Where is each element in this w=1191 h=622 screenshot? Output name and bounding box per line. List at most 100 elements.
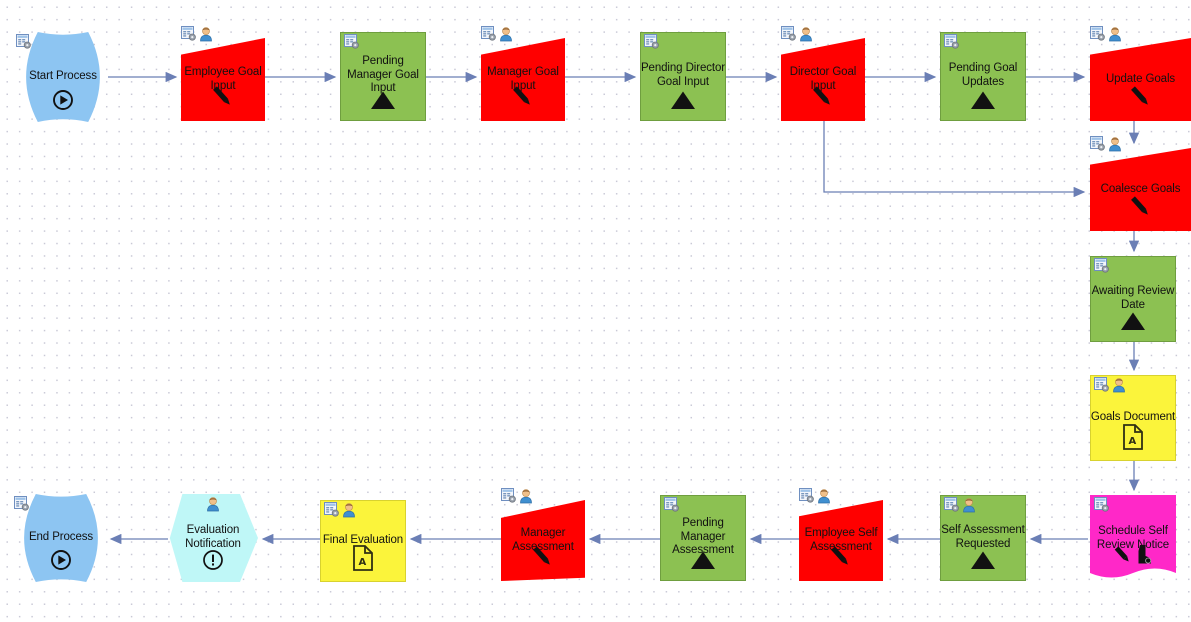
form-gear-icon bbox=[1090, 26, 1106, 42]
node-start-process[interactable]: Start Process bbox=[16, 32, 108, 122]
node-badges bbox=[481, 26, 514, 42]
node-badges bbox=[14, 496, 30, 512]
node-label: Goals Document bbox=[1090, 411, 1176, 423]
pencil-icon bbox=[1128, 194, 1154, 225]
person-icon bbox=[816, 488, 832, 504]
triangle-icon bbox=[690, 550, 716, 575]
node-badges bbox=[181, 26, 214, 42]
form-gear-icon bbox=[344, 34, 360, 50]
play-circle-icon bbox=[50, 549, 72, 576]
triangle-icon bbox=[970, 90, 996, 115]
node-label: Evaluation Notification bbox=[185, 524, 241, 550]
form-gear-icon bbox=[644, 34, 660, 50]
form-gear-icon bbox=[181, 26, 197, 42]
node-badges bbox=[205, 496, 221, 512]
node-employee-goal-input[interactable]: Employee Goal Input bbox=[181, 26, 265, 121]
pdf-icon: A bbox=[352, 545, 374, 576]
node-label: End Process bbox=[28, 531, 94, 543]
node-label: Pending Director Goal Input bbox=[640, 62, 726, 88]
pencil-icon bbox=[530, 544, 556, 575]
form-gear-icon bbox=[14, 496, 30, 512]
form-gear-icon bbox=[1094, 497, 1110, 513]
exclamation-circle-icon bbox=[202, 549, 224, 576]
person-icon bbox=[961, 497, 977, 513]
node-glyph-wrap bbox=[1090, 542, 1176, 573]
form-gear-icon bbox=[944, 34, 960, 50]
node-director-goal-input[interactable]: Director Goal Input bbox=[781, 26, 865, 121]
node-label: Pending Goal Updates bbox=[948, 62, 1018, 88]
form-gear-icon bbox=[944, 497, 960, 513]
person-icon bbox=[1107, 26, 1123, 42]
node-pending-manager-goal-input[interactable]: Pending Manager Goal Input bbox=[340, 32, 426, 121]
node-manager-assessment[interactable]: Manager Assessment bbox=[501, 488, 585, 581]
node-final-evaluation[interactable]: Final Evaluation A bbox=[320, 500, 406, 582]
node-badges bbox=[799, 488, 832, 504]
node-badges bbox=[344, 34, 360, 50]
node-glyph-wrap bbox=[1090, 311, 1176, 336]
form-gear-icon bbox=[481, 26, 497, 42]
node-self-assessment-requested[interactable]: Self Assessment Requested bbox=[940, 495, 1026, 581]
svg-text:A: A bbox=[359, 557, 367, 568]
node-glyph-wrap bbox=[340, 90, 426, 115]
play-circle-icon bbox=[52, 89, 74, 116]
pencil-icon bbox=[810, 84, 836, 115]
workflow-canvas[interactable]: Start Process Employee Goal Input Pendin… bbox=[0, 0, 1191, 622]
node-badges bbox=[644, 34, 660, 50]
node-goals-document[interactable]: Goals Document A bbox=[1090, 375, 1176, 461]
node-glyph-wrap bbox=[940, 90, 1026, 115]
node-badges bbox=[1094, 258, 1110, 274]
node-glyph-wrap bbox=[181, 84, 265, 115]
person-icon bbox=[798, 26, 814, 42]
pdf-icon: A bbox=[1122, 424, 1144, 455]
node-coalesce-goals[interactable]: Coalesce Goals bbox=[1090, 136, 1191, 231]
node-schedule-self-review-notice[interactable]: Schedule Self Review Notice bbox=[1090, 495, 1176, 583]
pencil-icon bbox=[210, 84, 236, 115]
node-glyph-wrap bbox=[781, 84, 865, 115]
node-glyph-wrap bbox=[1090, 84, 1191, 115]
node-badges bbox=[1094, 497, 1110, 513]
edge-director-goal-input-to-coalesce-goals bbox=[823, 121, 1086, 198]
node-badges bbox=[781, 26, 814, 42]
node-badges bbox=[501, 488, 534, 504]
person-icon bbox=[341, 502, 357, 518]
node-pending-goal-updates[interactable]: Pending Goal Updates bbox=[940, 32, 1026, 121]
form-gear-icon bbox=[799, 488, 815, 504]
node-glyph-wrap bbox=[168, 549, 258, 576]
node-badges bbox=[1094, 377, 1127, 393]
node-glyph-wrap bbox=[18, 89, 108, 116]
person-icon bbox=[205, 496, 221, 512]
node-glyph-wrap: A bbox=[1090, 424, 1176, 455]
node-manager-goal-input[interactable]: Manager Goal Input bbox=[481, 26, 565, 121]
node-update-goals[interactable]: Update Goals bbox=[1090, 26, 1191, 121]
pencil-boot-icon bbox=[1110, 542, 1156, 573]
triangle-icon bbox=[1120, 311, 1146, 336]
triangle-icon bbox=[970, 550, 996, 575]
node-evaluation-notification[interactable]: Evaluation Notification bbox=[168, 494, 258, 582]
node-badges bbox=[324, 502, 357, 518]
node-glyph-wrap bbox=[640, 90, 726, 115]
node-pending-manager-assessment[interactable]: Pending Manager Assessment bbox=[660, 495, 746, 581]
node-pending-director-goal-input[interactable]: Pending Director Goal Input bbox=[640, 32, 726, 121]
node-awaiting-review-date[interactable]: Awaiting Review Date bbox=[1090, 256, 1176, 342]
node-glyph-wrap bbox=[660, 550, 746, 575]
node-label: Self Assessment Requested bbox=[941, 524, 1025, 550]
node-glyph-wrap bbox=[481, 84, 565, 115]
node-glyph-wrap bbox=[940, 550, 1026, 575]
person-icon bbox=[1107, 136, 1123, 152]
node-end-process[interactable]: End Process bbox=[14, 494, 106, 582]
person-icon bbox=[498, 26, 514, 42]
pencil-icon bbox=[828, 544, 854, 575]
node-badges bbox=[944, 34, 960, 50]
node-glyph-wrap: A bbox=[320, 545, 406, 576]
svg-text:A: A bbox=[1129, 436, 1137, 447]
triangle-icon bbox=[670, 90, 696, 115]
form-gear-icon bbox=[324, 502, 340, 518]
node-label: Start Process bbox=[29, 70, 97, 82]
node-glyph-wrap bbox=[16, 549, 106, 576]
node-employee-self-assessment[interactable]: Employee Self Assessment bbox=[799, 488, 883, 581]
node-label: Awaiting Review Date bbox=[1091, 285, 1175, 311]
form-gear-icon bbox=[781, 26, 797, 42]
pencil-icon bbox=[1128, 84, 1154, 115]
form-gear-icon bbox=[1094, 377, 1110, 393]
person-icon bbox=[198, 26, 214, 42]
